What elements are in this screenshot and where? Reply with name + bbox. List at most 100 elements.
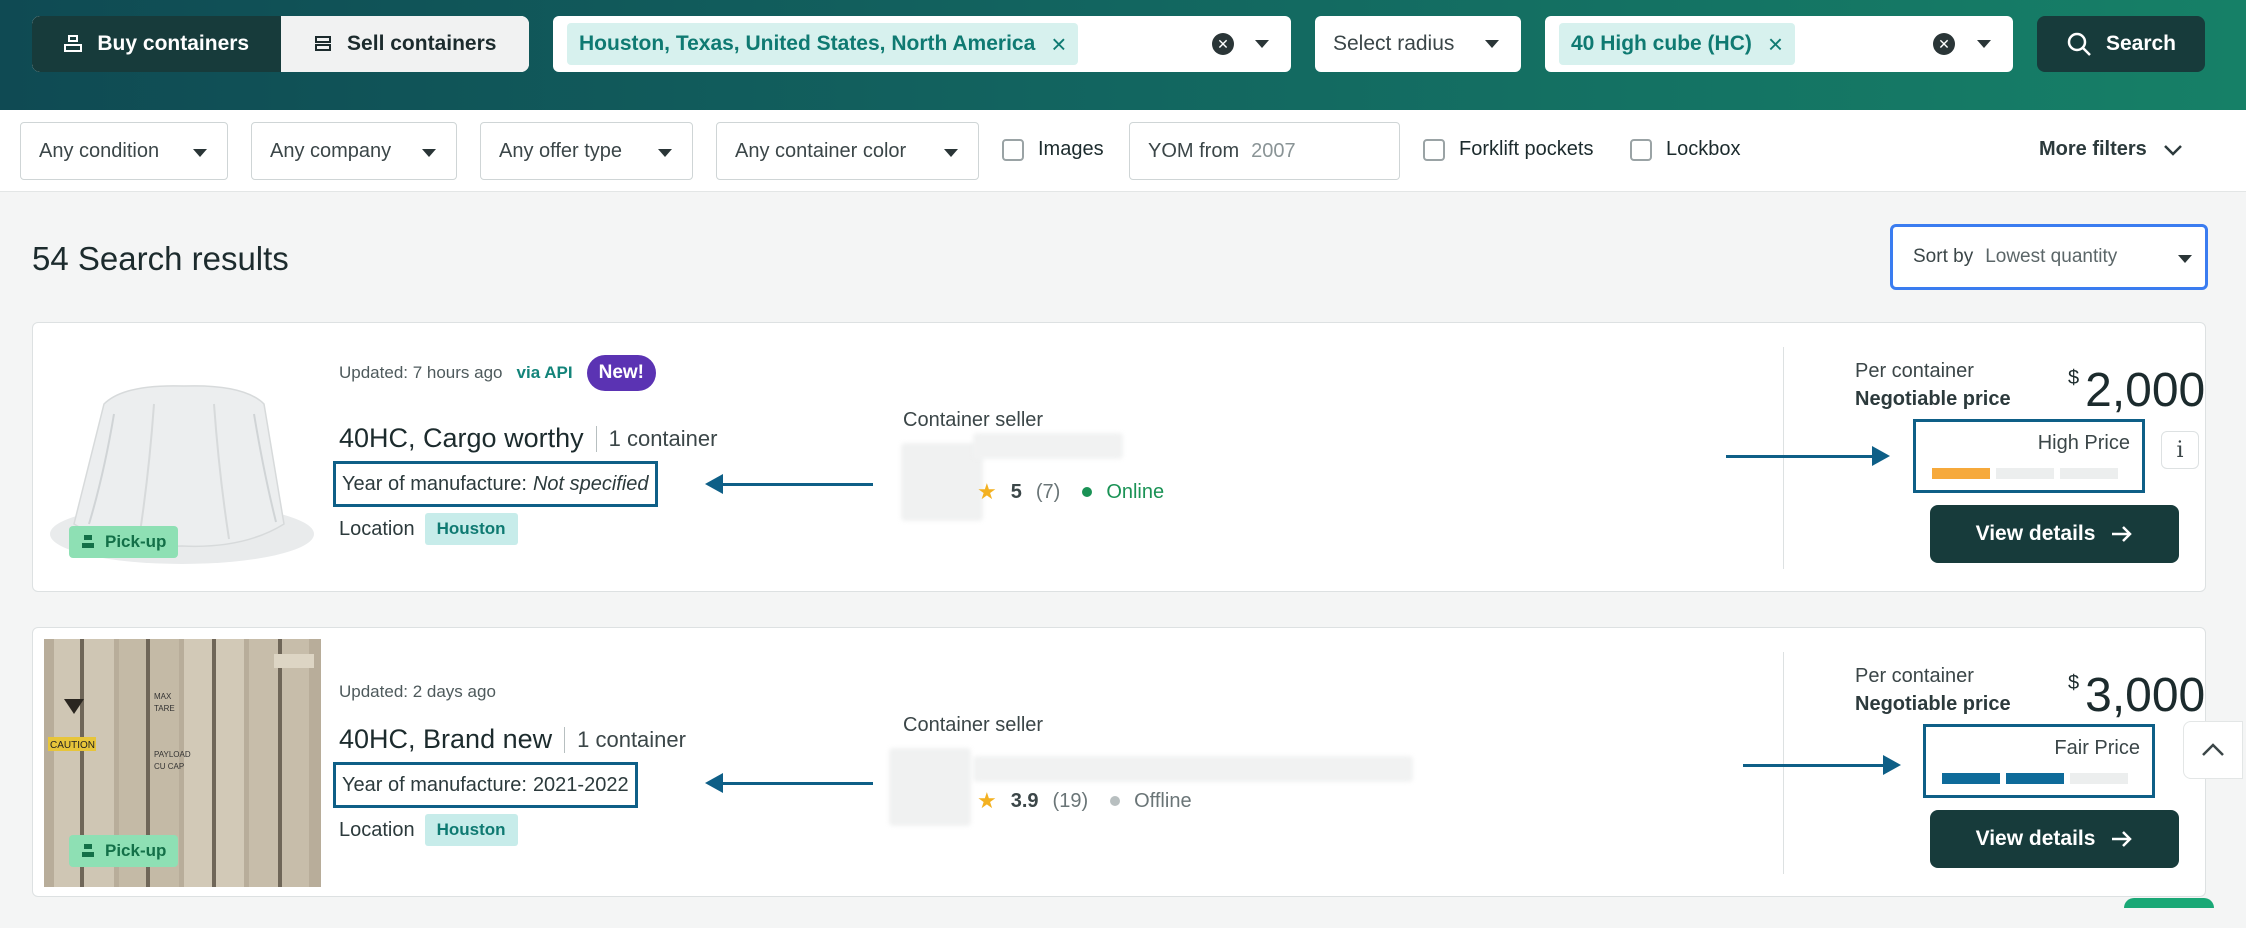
view-details-label: View details: [1975, 827, 2096, 850]
clear-container-type-icon[interactable]: ✕: [1933, 33, 1955, 55]
results-count-title: 54 Search results: [32, 240, 289, 277]
offer-type-filter[interactable]: Any offer type: [480, 122, 693, 180]
seller-review-count: (7): [1035, 480, 1061, 503]
listing-image-covered-container[interactable]: Pick-up: [44, 334, 321, 580]
container-list-icon: [315, 36, 332, 51]
seller-rating-row: ★ 5 (7) Online: [977, 479, 1164, 505]
radius-select[interactable]: Select radius: [1315, 16, 1521, 72]
container-type-chip: 40 High cube (HC) ×: [1559, 23, 1796, 65]
container-type-dropdown-icon[interactable]: [1977, 40, 1991, 48]
listing-location: Location Houston: [339, 814, 518, 846]
search-icon: [2067, 32, 2091, 56]
price-rating-indicator: High Price: [1913, 419, 2145, 493]
per-container-label: Per container: [1855, 360, 1974, 382]
scroll-to-top-button[interactable]: [2183, 721, 2243, 779]
lockbox-label: Lockbox: [1666, 138, 1741, 160]
listing-updated-row: Updated: 7 hours ago via API New!: [339, 355, 656, 391]
price-bar-2: [1996, 468, 2054, 479]
forklift-pockets-checkbox-box[interactable]: [1423, 138, 1445, 161]
search-button[interactable]: Search: [2037, 16, 2205, 72]
listing-title[interactable]: 40HC, Cargo worthy: [339, 423, 584, 454]
listing-image-container-door[interactable]: CAUTION MAX TARE PAYLOAD CU CAP Pick-up: [44, 639, 321, 887]
year-of-manufacture: Year of manufacture: 2021-2022: [333, 762, 638, 808]
price-bar-1: [1942, 773, 2000, 784]
location-label: Location: [339, 818, 415, 841]
price-rating-bars: [1932, 468, 2118, 479]
price-rating-label: Fair Price: [2054, 737, 2140, 759]
year-of-manufacture: Year of manufacture: Not specified: [333, 461, 658, 507]
annotation-arrow-left: [705, 773, 873, 793]
price-rating-bars: [1942, 773, 2128, 784]
star-icon: ★: [977, 788, 997, 813]
online-status-dot: [1082, 487, 1093, 497]
more-filters-button[interactable]: More filters: [2039, 138, 2183, 161]
yom-from-label: YOM from: [1148, 139, 1240, 162]
clear-location-icon[interactable]: ✕: [1212, 33, 1234, 55]
remove-container-type-icon[interactable]: ×: [1768, 31, 1783, 57]
sort-select[interactable]: Sort by Lowest quantity: [1890, 224, 2208, 290]
card-divider: [1783, 347, 1784, 569]
negotiable-label: Negotiable price: [1855, 693, 2011, 715]
door-text-tare: TARE: [154, 704, 175, 713]
location-chip: Houston, Texas, United States, North Ame…: [567, 23, 1079, 65]
listing-title[interactable]: 40HC, Brand new: [339, 724, 552, 755]
forklift-pockets-checkbox[interactable]: Forklift pockets: [1423, 138, 1593, 161]
lockbox-checkbox[interactable]: Lockbox: [1630, 138, 1741, 161]
sell-containers-tab[interactable]: Sell containers: [280, 16, 529, 72]
location-dropdown-icon[interactable]: [1255, 40, 1269, 48]
door-text-payload: PAYLOAD: [154, 750, 191, 759]
forklift-icon: [82, 535, 94, 548]
listing-card[interactable]: CAUTION MAX TARE PAYLOAD CU CAP Pick-up …: [32, 627, 2206, 897]
seller-avatar[interactable]: [901, 443, 983, 521]
price-rating-indicator: Fair Price: [1923, 724, 2155, 798]
location-chip-label: Houston, Texas, United States, North Ame…: [579, 32, 1036, 55]
forklift-icon: [82, 844, 94, 857]
sort-label: Sort by: [1913, 246, 1974, 267]
listing-updated-row: Updated: 2 days ago: [339, 682, 496, 702]
container-color-filter[interactable]: Any container color: [716, 122, 979, 180]
price-bar-2: [2006, 773, 2064, 784]
radius-dropdown-icon: [1485, 40, 1499, 48]
container-color-dropdown-icon: [944, 149, 958, 157]
yom-label: Year of manufacture:: [342, 472, 527, 495]
door-text-cucap: CU CAP: [154, 762, 184, 771]
location-select[interactable]: Houston, Texas, United States, North Ame…: [553, 16, 1291, 72]
filter-bar: Any condition Any company Any offer type…: [0, 110, 2246, 192]
pickup-badge: Pick-up: [69, 526, 179, 558]
location-tag: Houston: [424, 513, 518, 545]
listing-card[interactable]: Pick-up Updated: 7 hours ago via API New…: [32, 322, 2206, 592]
images-checkbox-box[interactable]: [1002, 138, 1024, 161]
seller-review-count: (19): [1052, 789, 1089, 812]
container-stack-icon: [64, 35, 83, 52]
seller-label: Container seller: [903, 714, 1044, 736]
listing-location: Location Houston: [339, 513, 518, 545]
price-info: Per container Negotiable price: [1855, 662, 2011, 718]
view-details-button[interactable]: View details: [1930, 810, 2179, 868]
remove-location-icon[interactable]: ×: [1051, 31, 1066, 57]
condition-filter-label: Any condition: [39, 139, 160, 162]
annotation-arrow-right: [1726, 446, 1890, 466]
images-checkbox[interactable]: Images: [1002, 138, 1104, 161]
view-details-button[interactable]: View details: [1930, 505, 2179, 563]
arrow-right-icon: [2112, 831, 2133, 847]
via-api-label: via API: [516, 363, 573, 382]
buy-containers-label: Buy containers: [97, 32, 250, 55]
info-icon[interactable]: i: [2161, 431, 2199, 469]
container-type-chip-label: 40 High cube (HC): [1571, 32, 1752, 55]
buy-containers-tab[interactable]: Buy containers: [32, 16, 281, 72]
updated-time: Updated: 7 hours ago: [339, 363, 503, 382]
lockbox-checkbox-box[interactable]: [1630, 138, 1652, 161]
condition-filter[interactable]: Any condition: [20, 122, 228, 180]
view-details-label: View details: [1975, 522, 2096, 545]
seller-avatar[interactable]: [889, 748, 971, 826]
offer-type-filter-label: Any offer type: [499, 139, 623, 162]
container-type-select[interactable]: 40 High cube (HC) × ✕: [1545, 16, 2013, 72]
company-filter[interactable]: Any company: [251, 122, 457, 180]
listing-quantity: 1 container: [564, 726, 686, 753]
images-checkbox-label: Images: [1038, 138, 1104, 160]
pickup-label: Pick-up: [105, 841, 167, 860]
offer-type-dropdown-icon: [658, 149, 672, 157]
card-divider: [1783, 652, 1784, 874]
yom-from-input[interactable]: YOM from 2007: [1129, 122, 1400, 180]
seller-status: Online: [1106, 480, 1165, 503]
